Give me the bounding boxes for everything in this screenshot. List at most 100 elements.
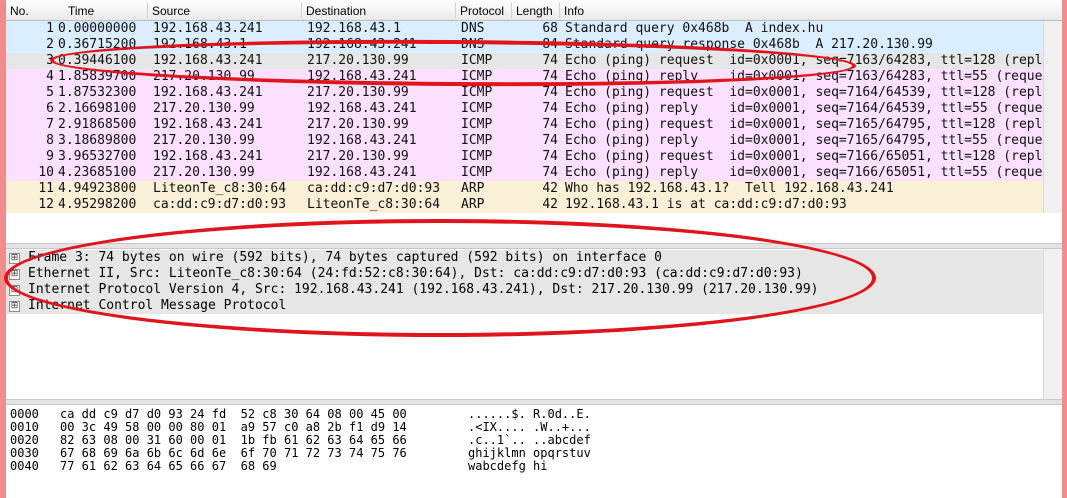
packet-protocol: DNS — [461, 37, 485, 52]
packet-time: 4.94923800 — [58, 181, 137, 196]
packet-row[interactable]: 1 0.00000000 192.168.43.241 192.168.43.1 DNS… — [6, 21, 1062, 37]
pane-splitter-2[interactable] — [6, 399, 1062, 405]
packet-protocol: DNS — [461, 21, 485, 36]
packet-row[interactable]: 7 2.91868500 192.168.43.241 217.20.130.99 IC… — [6, 117, 1062, 133]
packet-no: 11 — [38, 181, 54, 196]
packet-length: 42 — [542, 181, 558, 196]
col-header-protocol[interactable]: Protocol — [460, 4, 504, 18]
packet-destination: 217.20.130.99 — [307, 53, 409, 68]
packet-list[interactable]: 1 0.00000000 192.168.43.241 192.168.43.1 DNS… — [6, 21, 1062, 213]
packet-source: 217.20.130.99 — [153, 133, 255, 148]
packet-info: Standard query response 0x468b A 217.20.… — [565, 37, 933, 52]
details-scrollbar[interactable] — [1043, 249, 1062, 399]
packet-no: 4 — [46, 69, 54, 84]
packet-source: 192.168.43.241 — [153, 117, 263, 132]
packet-row[interactable]: 6 2.16698100 217.20.130.99 192.168.43.241 IC… — [6, 101, 1062, 117]
packet-info: Standard query 0x468b A index.hu — [565, 21, 824, 36]
pane-splitter[interactable] — [6, 243, 1062, 249]
col-header-length[interactable]: Length — [516, 4, 553, 18]
packet-time: 3.96532700 — [58, 149, 137, 164]
packet-length: 74 — [542, 117, 558, 132]
expand-plus-icon[interactable]: ⊞ — [9, 301, 20, 312]
hex-bytes[interactable]: 77 61 62 63 64 65 66 67 68 69 — [60, 460, 277, 473]
packet-time: 3.18689800 — [58, 133, 137, 148]
packet-length: 74 — [542, 69, 558, 84]
packet-source: 217.20.130.99 — [153, 69, 255, 84]
packet-length: 68 — [542, 21, 558, 36]
packet-no: 10 — [38, 165, 54, 180]
packet-length: 74 — [542, 53, 558, 68]
col-header-no[interactable]: No. — [10, 4, 29, 18]
packet-row[interactable]: 8 3.18689800 217.20.130.99 192.168.43.241 IC… — [6, 133, 1062, 149]
packet-protocol: ICMP — [461, 149, 493, 164]
packet-source: 217.20.130.99 — [153, 165, 255, 180]
packet-source: 192.168.43.1 — [153, 37, 247, 52]
packet-no: 5 — [46, 85, 54, 100]
packet-info: Echo (ping) request id=0x0001, seq=7166/… — [565, 149, 1051, 164]
packet-time: 1.87532300 — [58, 85, 137, 100]
packet-info: Echo (ping) reply id=0x0001, seq=7164/64… — [565, 101, 1051, 116]
expand-plus-icon[interactable]: ⊞ — [9, 253, 20, 264]
packet-protocol: ICMP — [461, 101, 493, 116]
expand-plus-icon[interactable]: ⊞ — [9, 285, 20, 296]
packet-info: Echo (ping) reply id=0x0001, seq=7165/64… — [565, 133, 1051, 148]
packet-destination: ca:dd:c9:d7:d0:93 — [307, 181, 441, 196]
packet-protocol: ICMP — [461, 53, 493, 68]
detail-tree-item[interactable]: ⊞ Internet Control Message Protocol — [6, 298, 1046, 314]
packet-protocol: ICMP — [461, 85, 493, 100]
packet-destination: 217.20.130.99 — [307, 117, 409, 132]
packet-info: Who has 192.168.43.1? Tell 192.168.43.24… — [565, 181, 894, 196]
packet-length: 74 — [542, 101, 558, 116]
packet-destination: 192.168.43.241 — [307, 37, 417, 52]
packet-protocol: ARP — [461, 197, 485, 212]
detail-tree-label: Internet Control Message Protocol — [28, 298, 287, 313]
packet-protocol: ICMP — [461, 133, 493, 148]
detail-tree-label: Ethernet II, Src: LiteonTe_c8:30:64 (24:… — [28, 266, 803, 281]
packet-time: 0.36715200 — [58, 37, 137, 52]
expand-plus-icon[interactable]: ⊞ — [9, 269, 20, 280]
packet-protocol: ICMP — [461, 117, 493, 132]
detail-tree-item[interactable]: ⊞ Frame 3: 74 bytes on wire (592 bits), 7… — [6, 250, 1046, 266]
packet-no: 3 — [46, 53, 54, 68]
packet-row[interactable]: 5 1.87532300 192.168.43.241 217.20.130.99 IC… — [6, 85, 1062, 101]
packet-protocol: ICMP — [461, 165, 493, 180]
packet-no: 2 — [46, 37, 54, 52]
packet-source: 192.168.43.241 — [153, 53, 263, 68]
packet-no: 6 — [46, 101, 54, 116]
packet-row[interactable]: 9 3.96532700 192.168.43.241 217.20.130.99 IC… — [6, 149, 1062, 165]
packet-length: 74 — [542, 149, 558, 164]
col-header-source[interactable]: Source — [152, 4, 190, 18]
packet-row[interactable]: 10 4.23685100 217.20.130.99 192.168.43.241 I… — [6, 165, 1062, 181]
detail-tree-item[interactable]: ⊞ Internet Protocol Version 4, Src: 192.1… — [6, 282, 1046, 298]
col-header-time[interactable]: Time — [68, 4, 94, 18]
packet-protocol: ICMP — [461, 69, 493, 84]
packet-row[interactable]: 12 4.95298200 ca:dd:c9:d7:d0:93 LiteonTe_c8… — [6, 197, 1062, 213]
hex-offset[interactable]: 0040 — [10, 460, 39, 473]
packet-list-header: No. Time Source Destination Protocol Len… — [6, 0, 1062, 21]
col-header-destination[interactable]: Destination — [306, 4, 366, 18]
packet-row[interactable]: 3 0.39446100 192.168.43.241 217.20.130.99 IC… — [6, 53, 1062, 69]
packet-length: 42 — [542, 197, 558, 212]
packet-list-scrollbar[interactable] — [1043, 21, 1062, 213]
packet-no: 8 — [46, 133, 54, 148]
packet-row[interactable]: 11 4.94923800 LiteonTe_c8:30:64 ca:dd:c9:d7… — [6, 181, 1062, 197]
packet-protocol: ARP — [461, 181, 485, 196]
packet-time: 2.16698100 — [58, 101, 137, 116]
wireshark-window: No. Time Source Destination Protocol Len… — [6, 0, 1062, 498]
packet-length: 84 — [542, 37, 558, 52]
packet-time: 1.85839700 — [58, 69, 137, 84]
hex-ascii[interactable]: wabcdefg hi — [468, 460, 547, 473]
packet-source: 192.168.43.241 — [153, 85, 263, 100]
packet-destination: 217.20.130.99 — [307, 85, 409, 100]
packet-time: 2.91868500 — [58, 117, 137, 132]
packet-no: 9 — [46, 149, 54, 164]
packet-no: 12 — [38, 197, 54, 212]
packet-row[interactable]: 4 1.85839700 217.20.130.99 192.168.43.241 IC… — [6, 69, 1062, 85]
col-header-info[interactable]: Info — [564, 4, 584, 18]
packet-destination: 192.168.43.241 — [307, 69, 417, 84]
packet-destination: 192.168.43.1 — [307, 21, 401, 36]
detail-tree-item[interactable]: ⊞ Ethernet II, Src: LiteonTe_c8:30:64 (24… — [6, 266, 1046, 282]
packet-row[interactable]: 2 0.36715200 192.168.43.1 192.168.43.241 DNS… — [6, 37, 1062, 53]
packet-info: 192.168.43.1 is at ca:dd:c9:d7:d0:93 — [565, 197, 847, 212]
packet-info: Echo (ping) request id=0x0001, seq=7164/… — [565, 85, 1051, 100]
